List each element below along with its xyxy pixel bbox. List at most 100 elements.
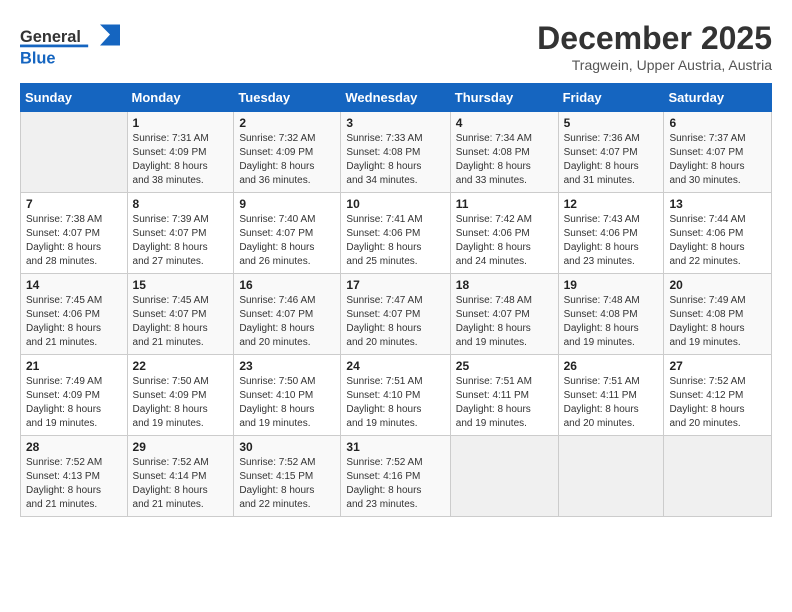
day-info: Sunrise: 7:51 AM Sunset: 4:11 PM Dayligh… [456,375,553,431]
calendar-week-row: 14 Sunrise: 7:45 AM Sunset: 4:06 PM Dayli… [21,274,772,355]
day-info: Sunrise: 7:51 AM Sunset: 4:10 PM Dayligh… [346,375,444,431]
svg-text:Blue: Blue [20,50,55,68]
day-number: 10 [346,197,444,211]
calendar-cell: 5 Sunrise: 7:36 AM Sunset: 4:07 PM Daylig… [558,112,664,193]
calendar-cell: 7 Sunrise: 7:38 AM Sunset: 4:07 PM Daylig… [21,193,128,274]
calendar-cell: 26Sunrise: 7:51 AM Sunset: 4:11 PM Dayli… [558,355,664,436]
day-info: Sunrise: 7:48 AM Sunset: 4:08 PM Dayligh… [564,294,659,350]
calendar-cell [21,112,128,193]
weekday-header-cell: Monday [127,84,234,112]
day-info: Sunrise: 7:52 AM Sunset: 4:13 PM Dayligh… [26,456,122,512]
calendar-cell: 3Sunrise: 7:33 AM Sunset: 4:08 PM Daylig… [341,112,450,193]
day-info: Sunrise: 7:52 AM Sunset: 4:12 PM Dayligh… [669,375,766,431]
calendar-cell [664,436,772,517]
day-number: 6 [669,116,766,130]
day-info: Sunrise: 7:42 AM Sunset: 4:06 PM Dayligh… [456,213,553,269]
day-number: 7 [26,197,122,211]
day-number: 17 [346,278,444,292]
calendar-cell: 9 Sunrise: 7:40 AM Sunset: 4:07 PM Daylig… [234,193,341,274]
day-info: Sunrise: 7:31 AM Sunset: 4:09 PM Dayligh… [133,132,229,188]
day-info: Sunrise: 7:32 AM Sunset: 4:09 PM Dayligh… [239,132,335,188]
title-area: December 2025 Tragwein, Upper Austria, A… [537,20,772,73]
day-number: 24 [346,359,444,373]
day-number: 14 [26,278,122,292]
day-number: 9 [239,197,335,211]
calendar-cell: 28 Sunrise: 7:52 AM Sunset: 4:13 PM Dayli… [21,436,128,517]
month-title: December 2025 [537,20,772,57]
day-info: Sunrise: 7:52 AM Sunset: 4:15 PM Dayligh… [239,456,335,512]
day-info: Sunrise: 7:52 AM Sunset: 4:16 PM Dayligh… [346,456,444,512]
calendar-cell: 1Sunrise: 7:31 AM Sunset: 4:09 PM Daylig… [127,112,234,193]
day-info: Sunrise: 7:38 AM Sunset: 4:07 PM Dayligh… [26,213,122,269]
calendar-cell: 25 Sunrise: 7:51 AM Sunset: 4:11 PM Dayli… [450,355,558,436]
day-number: 20 [669,278,766,292]
day-number: 25 [456,359,553,373]
calendar-cell: 14 Sunrise: 7:45 AM Sunset: 4:06 PM Dayli… [21,274,128,355]
calendar-week-row: 28 Sunrise: 7:52 AM Sunset: 4:13 PM Dayli… [21,436,772,517]
calendar-body: 1Sunrise: 7:31 AM Sunset: 4:09 PM Daylig… [21,112,772,517]
calendar-table: SundayMondayTuesdayWednesdayThursdayFrid… [20,83,772,517]
calendar-cell: 2 Sunrise: 7:32 AM Sunset: 4:09 PM Daylig… [234,112,341,193]
day-info: Sunrise: 7:48 AM Sunset: 4:07 PM Dayligh… [456,294,553,350]
calendar-cell: 22Sunrise: 7:50 AM Sunset: 4:09 PM Dayli… [127,355,234,436]
calendar-week-row: 1Sunrise: 7:31 AM Sunset: 4:09 PM Daylig… [21,112,772,193]
day-info: Sunrise: 7:41 AM Sunset: 4:06 PM Dayligh… [346,213,444,269]
calendar-cell: 29 Sunrise: 7:52 AM Sunset: 4:14 PM Dayli… [127,436,234,517]
day-number: 11 [456,197,553,211]
day-info: Sunrise: 7:49 AM Sunset: 4:08 PM Dayligh… [669,294,766,350]
calendar-cell: 10 Sunrise: 7:41 AM Sunset: 4:06 PM Dayli… [341,193,450,274]
calendar-cell: 19 Sunrise: 7:48 AM Sunset: 4:08 PM Dayli… [558,274,664,355]
day-info: Sunrise: 7:34 AM Sunset: 4:08 PM Dayligh… [456,132,553,188]
weekday-header-row: SundayMondayTuesdayWednesdayThursdayFrid… [21,84,772,112]
location-subtitle: Tragwein, Upper Austria, Austria [537,57,772,73]
svg-text:General: General [20,28,81,46]
day-number: 26 [564,359,659,373]
calendar-cell: 4 Sunrise: 7:34 AM Sunset: 4:08 PM Daylig… [450,112,558,193]
day-info: Sunrise: 7:40 AM Sunset: 4:07 PM Dayligh… [239,213,335,269]
calendar-week-row: 7 Sunrise: 7:38 AM Sunset: 4:07 PM Daylig… [21,193,772,274]
day-number: 2 [239,116,335,130]
day-number: 8 [133,197,229,211]
day-number: 19 [564,278,659,292]
logo: General Blue [20,20,120,70]
calendar-week-row: 21Sunrise: 7:49 AM Sunset: 4:09 PM Dayli… [21,355,772,436]
weekday-header-cell: Sunday [21,84,128,112]
day-number: 31 [346,440,444,454]
day-info: Sunrise: 7:52 AM Sunset: 4:14 PM Dayligh… [133,456,229,512]
day-info: Sunrise: 7:47 AM Sunset: 4:07 PM Dayligh… [346,294,444,350]
calendar-cell [558,436,664,517]
day-number: 5 [564,116,659,130]
day-number: 27 [669,359,766,373]
calendar-cell: 21Sunrise: 7:49 AM Sunset: 4:09 PM Dayli… [21,355,128,436]
day-number: 29 [133,440,229,454]
calendar-cell: 12Sunrise: 7:43 AM Sunset: 4:06 PM Dayli… [558,193,664,274]
weekday-header-cell: Saturday [664,84,772,112]
calendar-cell: 24 Sunrise: 7:51 AM Sunset: 4:10 PM Dayli… [341,355,450,436]
day-info: Sunrise: 7:36 AM Sunset: 4:07 PM Dayligh… [564,132,659,188]
day-number: 4 [456,116,553,130]
page-header: General Blue December 2025 Tragwein, Upp… [20,20,772,73]
day-info: Sunrise: 7:49 AM Sunset: 4:09 PM Dayligh… [26,375,122,431]
day-number: 3 [346,116,444,130]
calendar-cell: 20 Sunrise: 7:49 AM Sunset: 4:08 PM Dayli… [664,274,772,355]
day-number: 28 [26,440,122,454]
weekday-header-cell: Tuesday [234,84,341,112]
calendar-cell: 16Sunrise: 7:46 AM Sunset: 4:07 PM Dayli… [234,274,341,355]
calendar-cell: 6 Sunrise: 7:37 AM Sunset: 4:07 PM Daylig… [664,112,772,193]
weekday-header-cell: Wednesday [341,84,450,112]
day-number: 22 [133,359,229,373]
day-info: Sunrise: 7:39 AM Sunset: 4:07 PM Dayligh… [133,213,229,269]
day-number: 30 [239,440,335,454]
calendar-cell: 8 Sunrise: 7:39 AM Sunset: 4:07 PM Daylig… [127,193,234,274]
day-info: Sunrise: 7:50 AM Sunset: 4:10 PM Dayligh… [239,375,335,431]
day-info: Sunrise: 7:45 AM Sunset: 4:06 PM Dayligh… [26,294,122,350]
calendar-cell [450,436,558,517]
calendar-cell: 13Sunrise: 7:44 AM Sunset: 4:06 PM Dayli… [664,193,772,274]
day-info: Sunrise: 7:37 AM Sunset: 4:07 PM Dayligh… [669,132,766,188]
calendar-cell: 18Sunrise: 7:48 AM Sunset: 4:07 PM Dayli… [450,274,558,355]
calendar-cell: 11 Sunrise: 7:42 AM Sunset: 4:06 PM Dayli… [450,193,558,274]
day-number: 23 [239,359,335,373]
day-number: 13 [669,197,766,211]
weekday-header-cell: Friday [558,84,664,112]
weekday-header-cell: Thursday [450,84,558,112]
